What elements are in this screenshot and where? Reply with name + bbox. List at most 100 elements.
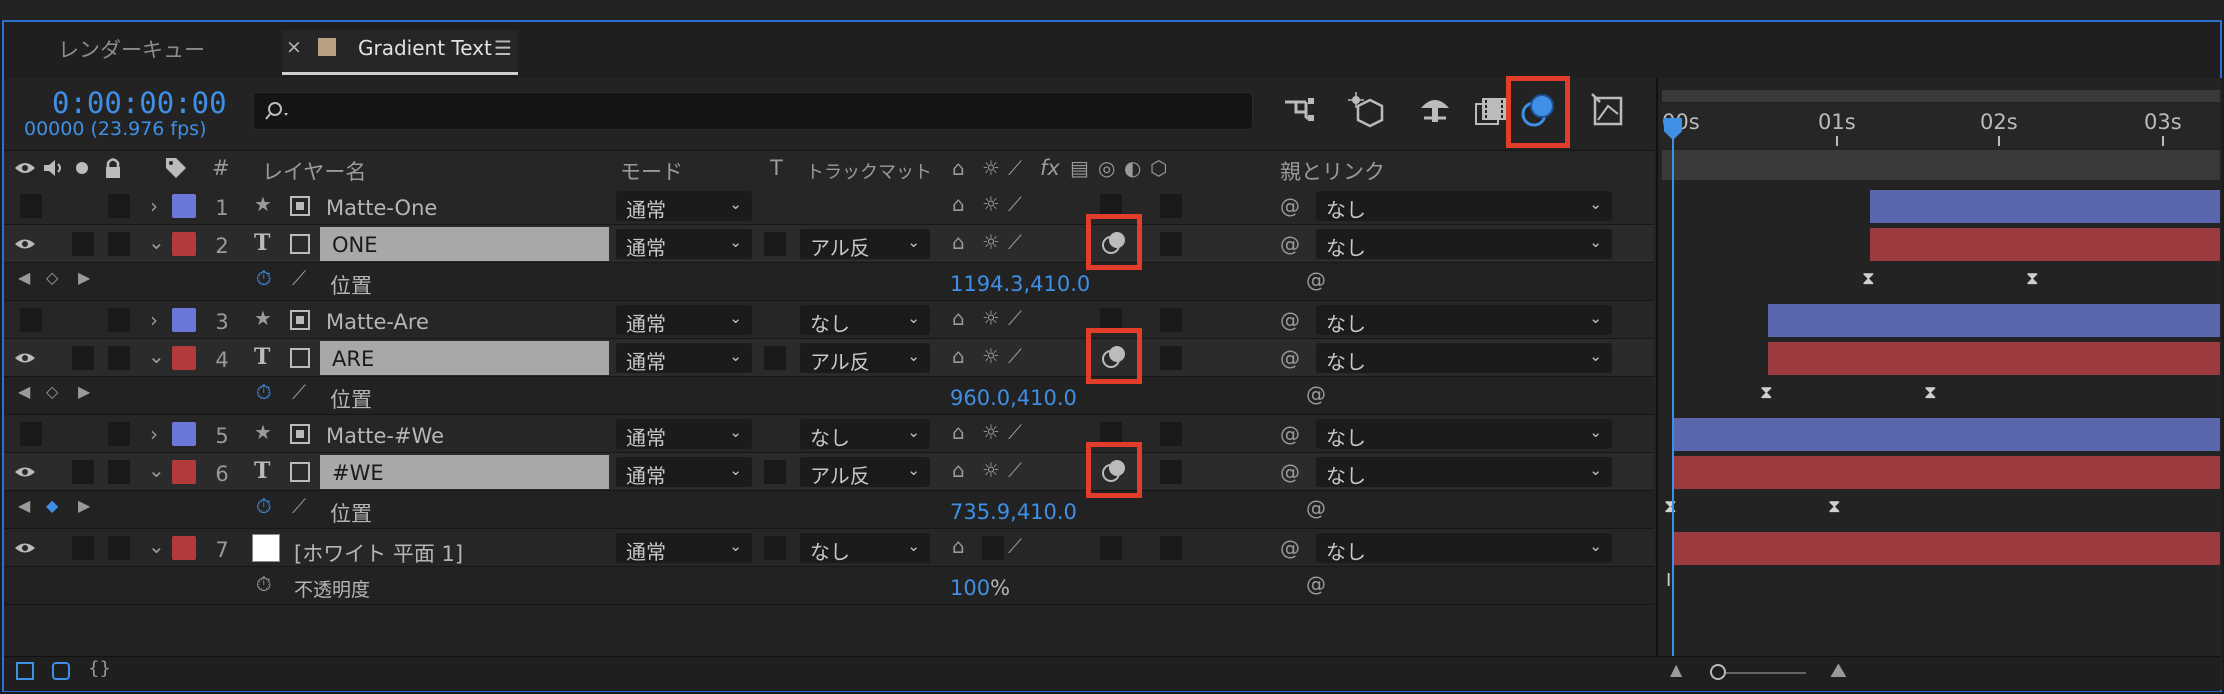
eye-icon[interactable]: [14, 237, 36, 251]
3d-switch[interactable]: [1160, 232, 1182, 256]
collapse-icon[interactable]: ☼: [982, 306, 1000, 330]
solo-toggle[interactable]: [72, 536, 94, 560]
trackmatte-dropdown[interactable]: なし ⌄: [800, 419, 930, 450]
layer-bar-7[interactable]: [1672, 532, 2220, 565]
expand-arrow-icon[interactable]: ›: [150, 422, 158, 446]
motion-blur-on-icon[interactable]: [1100, 343, 1128, 371]
layer-bar-5[interactable]: [1672, 418, 2220, 451]
collapse-icon[interactable]: ☼: [982, 230, 1000, 254]
3d-switch[interactable]: [1160, 194, 1182, 218]
3d-switch[interactable]: [1160, 422, 1182, 446]
solo-toggle[interactable]: [72, 460, 94, 484]
pickwhip-spiral-icon[interactable]: @: [1280, 232, 1300, 256]
parent-dropdown[interactable]: なし ⌄: [1316, 533, 1612, 564]
motion-blur-on-icon[interactable]: [1100, 457, 1128, 485]
trackmatte-dropdown[interactable]: なし ⌄: [800, 533, 930, 564]
prev-keyframe-icon[interactable]: ◀: [18, 268, 30, 287]
trackmatte-dropdown[interactable]: アル反 ⌄: [800, 343, 930, 374]
comp-marker-bar[interactable]: [1662, 150, 2220, 180]
current-time-display[interactable]: 0:00:00:00: [52, 86, 227, 120]
work-area-bar[interactable]: [1662, 90, 2220, 102]
solo-toggle[interactable]: [72, 232, 94, 256]
label-color-swatch[interactable]: [172, 308, 196, 332]
layer-name-highlighted[interactable]: ONE: [320, 227, 609, 261]
eye-icon[interactable]: [14, 351, 36, 365]
lock-toggle[interactable]: [108, 422, 130, 446]
pickwhip-spiral-icon[interactable]: @: [1280, 194, 1300, 218]
keyframe-icon[interactable]: I: [1666, 570, 1671, 591]
graph-icon[interactable]: ⟋: [292, 494, 306, 518]
position-value[interactable]: 1194.3,410.0: [950, 272, 1090, 296]
collapse-arrow-icon[interactable]: ⌄: [148, 230, 165, 254]
shy-icon[interactable]: ⌂: [952, 344, 965, 368]
pickwhip-spiral-icon[interactable]: @: [1306, 268, 1326, 292]
keyframe-icon[interactable]: ⧗: [1664, 496, 1677, 517]
parent-dropdown[interactable]: なし ⌄: [1316, 343, 1612, 374]
graph-icon[interactable]: ⟋: [292, 266, 306, 290]
pickwhip-spiral-icon[interactable]: @: [1280, 422, 1300, 446]
zoom-slider-track[interactable]: [1716, 672, 1806, 674]
collapse-icon[interactable]: ☼: [982, 192, 1000, 216]
parent-dropdown[interactable]: なし ⌄: [1316, 457, 1612, 488]
3d-switch[interactable]: [1160, 346, 1182, 370]
lock-toggle[interactable]: [108, 460, 130, 484]
keyframe-icon[interactable]: ⧗: [1760, 382, 1773, 403]
position-value[interactable]: 960.0,410.0: [950, 386, 1077, 410]
shy-icon[interactable]: ⌂: [952, 420, 965, 444]
eye-icon[interactable]: [14, 465, 36, 479]
close-icon[interactable]: ×: [286, 36, 302, 58]
collapse-icon[interactable]: ☼: [982, 344, 1000, 368]
expand-arrow-icon[interactable]: ›: [150, 308, 158, 332]
zoom-out-icon[interactable]: ▲: [1670, 660, 1682, 679]
parent-dropdown[interactable]: なし ⌄: [1316, 419, 1612, 450]
layer-name[interactable]: [ホワイト 平面 1]: [294, 538, 463, 568]
keyframe-diamond-icon[interactable]: ◇: [46, 268, 58, 287]
label-color-swatch[interactable]: [172, 422, 196, 446]
frame-blending-icon[interactable]: [1474, 94, 1508, 126]
mode-dropdown[interactable]: 通常 ⌄: [616, 305, 752, 336]
label-color-swatch[interactable]: [172, 460, 196, 484]
lock-toggle[interactable]: [108, 194, 130, 218]
keyframe-diamond-active-icon[interactable]: ◆: [46, 496, 58, 515]
header-layer-name[interactable]: レイヤー名: [262, 156, 366, 186]
layer-bar-3[interactable]: [1768, 304, 2220, 337]
collapse-icon[interactable]: ☼: [982, 420, 1000, 444]
tab-render-queue[interactable]: レンダーキュー: [58, 34, 205, 64]
visibility-toggle-off[interactable]: [20, 422, 42, 446]
zoom-slider-thumb[interactable]: [1710, 664, 1726, 680]
position-value[interactable]: 735.9,410.0: [950, 500, 1077, 524]
layer-bar-4[interactable]: [1768, 342, 2220, 375]
search-input[interactable]: [253, 92, 1253, 130]
in-out-icon[interactable]: {}: [88, 658, 111, 679]
shy-icon[interactable]: ⌂: [952, 306, 965, 330]
3d-switch[interactable]: [1160, 460, 1182, 484]
lock-toggle[interactable]: [108, 232, 130, 256]
stopwatch-icon[interactable]: ⏱: [256, 380, 272, 404]
quality-icon[interactable]: ⟋: [1008, 306, 1022, 330]
mode-dropdown[interactable]: 通常 ⌄: [616, 191, 752, 222]
parent-dropdown[interactable]: なし ⌄: [1316, 229, 1612, 260]
layer-name[interactable]: Matte-Are: [326, 310, 429, 334]
lock-toggle[interactable]: [108, 346, 130, 370]
next-keyframe-icon[interactable]: ▶: [78, 268, 90, 287]
parent-dropdown[interactable]: なし ⌄: [1316, 191, 1612, 222]
mode-dropdown[interactable]: 通常 ⌄: [616, 533, 752, 564]
layer-name[interactable]: Matte-#We: [326, 424, 444, 448]
layer-name-highlighted[interactable]: #WE: [320, 455, 609, 489]
collapse-arrow-icon[interactable]: ⌄: [148, 458, 165, 482]
3d-switch[interactable]: [1160, 308, 1182, 332]
layer-name[interactable]: Matte-One: [326, 196, 437, 220]
layer-bar-1[interactable]: [1870, 190, 2220, 223]
mode-dropdown[interactable]: 通常 ⌄: [616, 343, 752, 374]
lock-toggle[interactable]: [108, 536, 130, 560]
collapse-switch[interactable]: [982, 536, 1004, 560]
trackmatte-dropdown[interactable]: アル反 ⌄: [800, 457, 930, 488]
pickwhip-spiral-icon[interactable]: @: [1306, 572, 1326, 596]
mode-dropdown[interactable]: 通常 ⌄: [616, 457, 752, 488]
transfer-controls-icon[interactable]: [52, 662, 70, 680]
prev-keyframe-icon[interactable]: ◀: [18, 382, 30, 401]
trackmatte-dropdown[interactable]: なし ⌄: [800, 305, 930, 336]
keyframe-diamond-icon[interactable]: ◇: [46, 382, 58, 401]
preserve-transparency[interactable]: [764, 232, 786, 256]
keyframe-icon[interactable]: ⧗: [2026, 268, 2039, 289]
